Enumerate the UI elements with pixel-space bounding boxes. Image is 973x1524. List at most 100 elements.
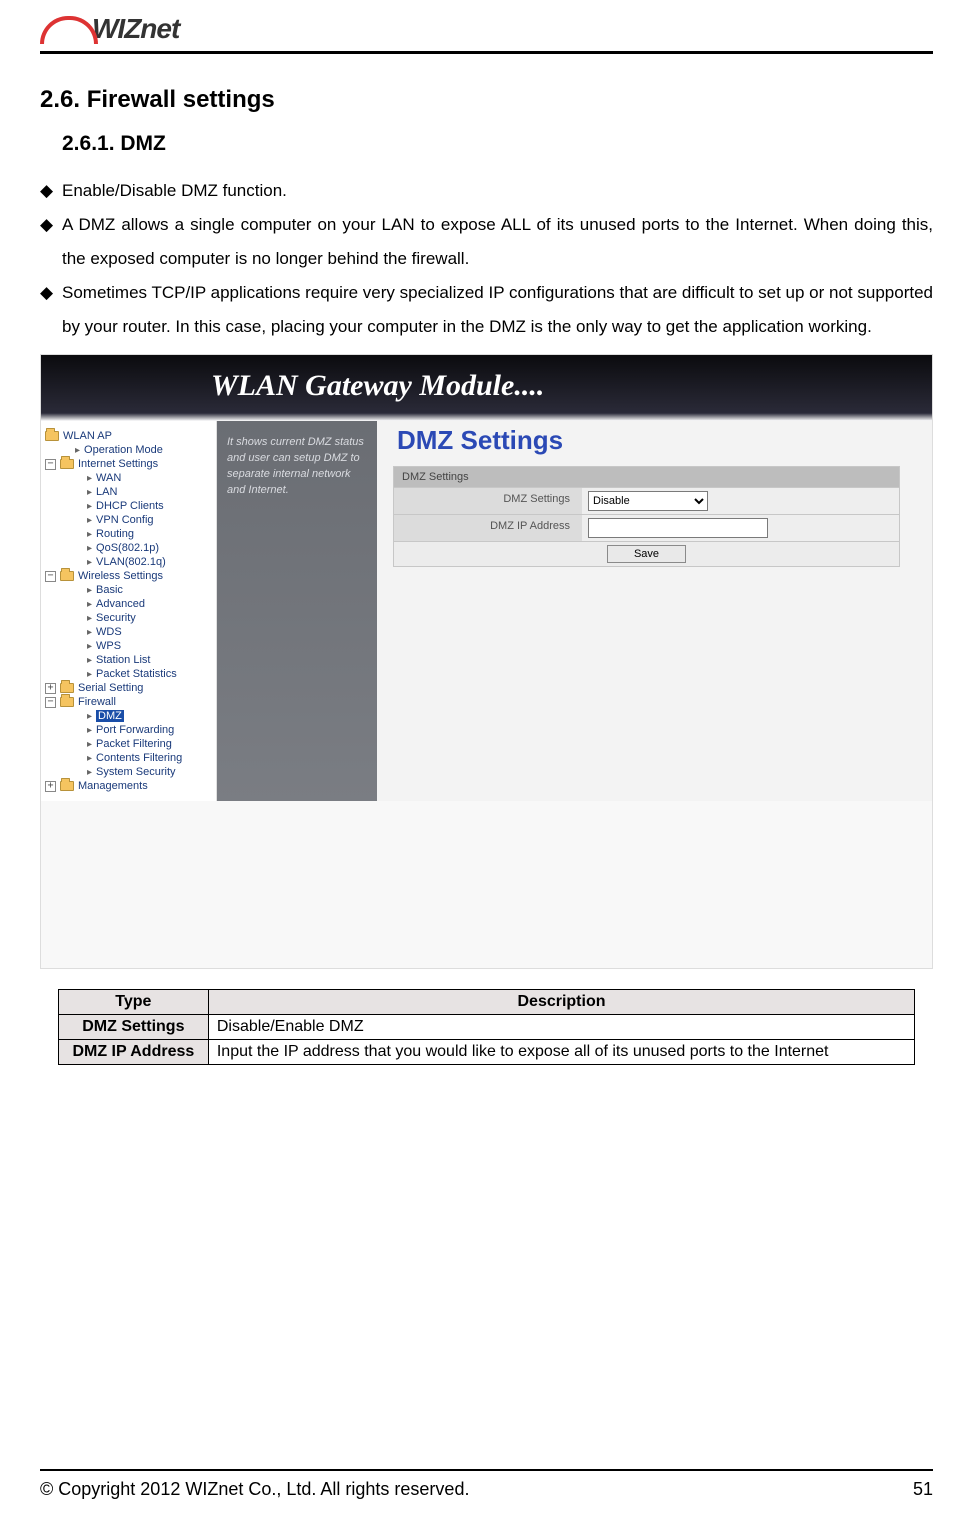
section-heading: 2.6. Firewall settings — [40, 86, 933, 114]
td-value: Disable/Enable DMZ — [208, 1015, 914, 1040]
plus-icon[interactable]: + — [45, 683, 56, 694]
footer: © Copyright 2012 WIZnet Co., Ltd. All ri… — [40, 1469, 933, 1500]
bottom-rule — [40, 1469, 933, 1471]
nav-firewall[interactable]: − Firewall — [45, 695, 212, 709]
nav-dmz[interactable]: ▸ DMZ — [45, 709, 212, 723]
page-number: 51 — [913, 1479, 933, 1500]
arrow-icon: ▸ — [85, 627, 92, 638]
minus-icon[interactable]: − — [45, 571, 56, 582]
nav-station-list[interactable]: ▸ Station List — [45, 653, 212, 667]
arrow-icon: ▸ — [85, 655, 92, 666]
nav-lan[interactable]: ▸ LAN — [45, 485, 212, 499]
nav-label: Internet Settings — [78, 458, 158, 470]
arrow-icon: ▸ — [85, 767, 92, 778]
nav-label: Security — [96, 612, 136, 624]
nav-label: WPS — [96, 640, 121, 652]
panel-title: DMZ Settings — [393, 466, 900, 488]
arrow-icon: ▸ — [85, 641, 92, 652]
arrow-icon: ▸ — [85, 473, 92, 484]
arrow-icon: ▸ — [85, 585, 92, 596]
bullet-list: ◆ Enable/Disable DMZ function. ◆ A DMZ a… — [40, 174, 933, 344]
nav-label: Basic — [96, 584, 123, 596]
save-row: Save — [393, 542, 900, 567]
copyright-text: © Copyright 2012 WIZnet Co., Ltd. All ri… — [40, 1479, 469, 1500]
bullet-text: Enable/Disable DMZ function. — [62, 174, 933, 208]
main-panel: DMZ Settings DMZ Settings DMZ Settings D… — [377, 421, 932, 801]
nav-qos[interactable]: ▸QoS(802.1p) — [45, 541, 212, 555]
nav-operation-mode[interactable]: ▸ Operation Mode — [45, 443, 212, 457]
nav-internet-settings[interactable]: − Internet Settings — [45, 457, 212, 471]
nav-managements[interactable]: + Managements — [45, 779, 212, 793]
arrow-icon: ▸ — [85, 529, 92, 540]
nav-label: Station List — [96, 654, 150, 666]
nav-dhcp-clients[interactable]: ▸DHCP Clients — [45, 499, 212, 513]
nav-root[interactable]: WLAN AP — [45, 429, 212, 443]
nav-label: Managements — [78, 780, 148, 792]
nav-tree: WLAN AP ▸ Operation Mode − Internet Sett… — [41, 421, 217, 801]
nav-label: DMZ — [96, 710, 124, 722]
nav-wds[interactable]: ▸ WDS — [45, 625, 212, 639]
nav-label: Packet Statistics — [96, 668, 177, 680]
nav-wan[interactable]: ▸WAN — [45, 471, 212, 485]
nav-port-forwarding[interactable]: ▸Port Forwarding — [45, 723, 212, 737]
arrow-icon: ▸ — [85, 487, 92, 498]
table-row: DMZ IP Address Input the IP address that… — [58, 1040, 914, 1065]
td-key: DMZ IP Address — [58, 1040, 208, 1065]
form-row-dmz-settings: DMZ Settings Disable — [393, 488, 900, 515]
logo-arc-icon — [40, 16, 98, 44]
nav-security[interactable]: ▸Security — [45, 611, 212, 625]
plus-icon[interactable]: + — [45, 781, 56, 792]
th-type: Type — [58, 990, 208, 1015]
sidebar-description: It shows current DMZ status and user can… — [217, 421, 377, 801]
arrow-icon: ▸ — [85, 515, 92, 526]
nav-label: Routing — [96, 528, 134, 540]
nav-label: VLAN(802.1q) — [96, 556, 166, 568]
dmz-ip-input[interactable] — [588, 518, 768, 538]
diamond-bullet-icon: ◆ — [40, 174, 62, 208]
nav-advanced[interactable]: ▸Advanced — [45, 597, 212, 611]
bullet-text: A DMZ allows a single computer on your L… — [62, 208, 933, 276]
nav-label: Wireless Settings — [78, 570, 163, 582]
arrow-icon: ▸ — [85, 739, 92, 750]
arrow-icon: ▸ — [85, 501, 92, 512]
minus-icon[interactable]: − — [45, 697, 56, 708]
form-row-dmz-ip: DMZ IP Address — [393, 515, 900, 542]
table-row: DMZ Settings Disable/Enable DMZ — [58, 1015, 914, 1040]
nav-packet-statistics[interactable]: ▸Packet Statistics — [45, 667, 212, 681]
nav-wireless-settings[interactable]: − Wireless Settings — [45, 569, 212, 583]
form-label: DMZ Settings — [394, 488, 582, 514]
folder-icon — [45, 431, 59, 441]
nav-system-security[interactable]: ▸ System Security — [45, 765, 212, 779]
description-table: Type Description DMZ Settings Disable/En… — [58, 989, 915, 1065]
arrow-icon: ▸ — [73, 445, 80, 456]
form-label: DMZ IP Address — [394, 515, 582, 541]
arrow-icon: ▸ — [85, 725, 92, 736]
nav-label: LAN — [96, 486, 117, 498]
nav-wps[interactable]: ▸ WPS — [45, 639, 212, 653]
nav-routing[interactable]: ▸ Routing — [45, 527, 212, 541]
arrow-icon: ▸ — [85, 557, 92, 568]
bullet-item: ◆ Sometimes TCP/IP applications require … — [40, 276, 933, 344]
minus-icon[interactable]: − — [45, 459, 56, 470]
nav-contents-filtering[interactable]: ▸Contents Filtering — [45, 751, 212, 765]
diamond-bullet-icon: ◆ — [40, 208, 62, 276]
nav-serial-setting[interactable]: + Serial Setting — [45, 681, 212, 695]
nav-label: Advanced — [96, 598, 145, 610]
nav-label: System Security — [96, 766, 175, 778]
td-key: DMZ Settings — [58, 1015, 208, 1040]
nav-label: Contents Filtering — [96, 752, 182, 764]
nav-label: Serial Setting — [78, 682, 143, 694]
nav-label: WDS — [96, 626, 122, 638]
nav-vpn-config[interactable]: ▸VPN Config — [45, 513, 212, 527]
nav-basic[interactable]: ▸ Basic — [45, 583, 212, 597]
nav-vlan[interactable]: ▸ VLAN(802.1q) — [45, 555, 212, 569]
dmz-settings-select[interactable]: Disable — [588, 491, 708, 511]
folder-icon — [60, 697, 74, 707]
nav-label: Firewall — [78, 696, 116, 708]
nav-packet-filtering[interactable]: ▸Packet Filtering — [45, 737, 212, 751]
logo-text: WIZnet — [92, 13, 179, 44]
top-rule — [40, 51, 933, 54]
arrow-icon: ▸ — [85, 711, 92, 722]
arrow-icon: ▸ — [85, 543, 92, 554]
save-button[interactable]: Save — [607, 545, 686, 563]
